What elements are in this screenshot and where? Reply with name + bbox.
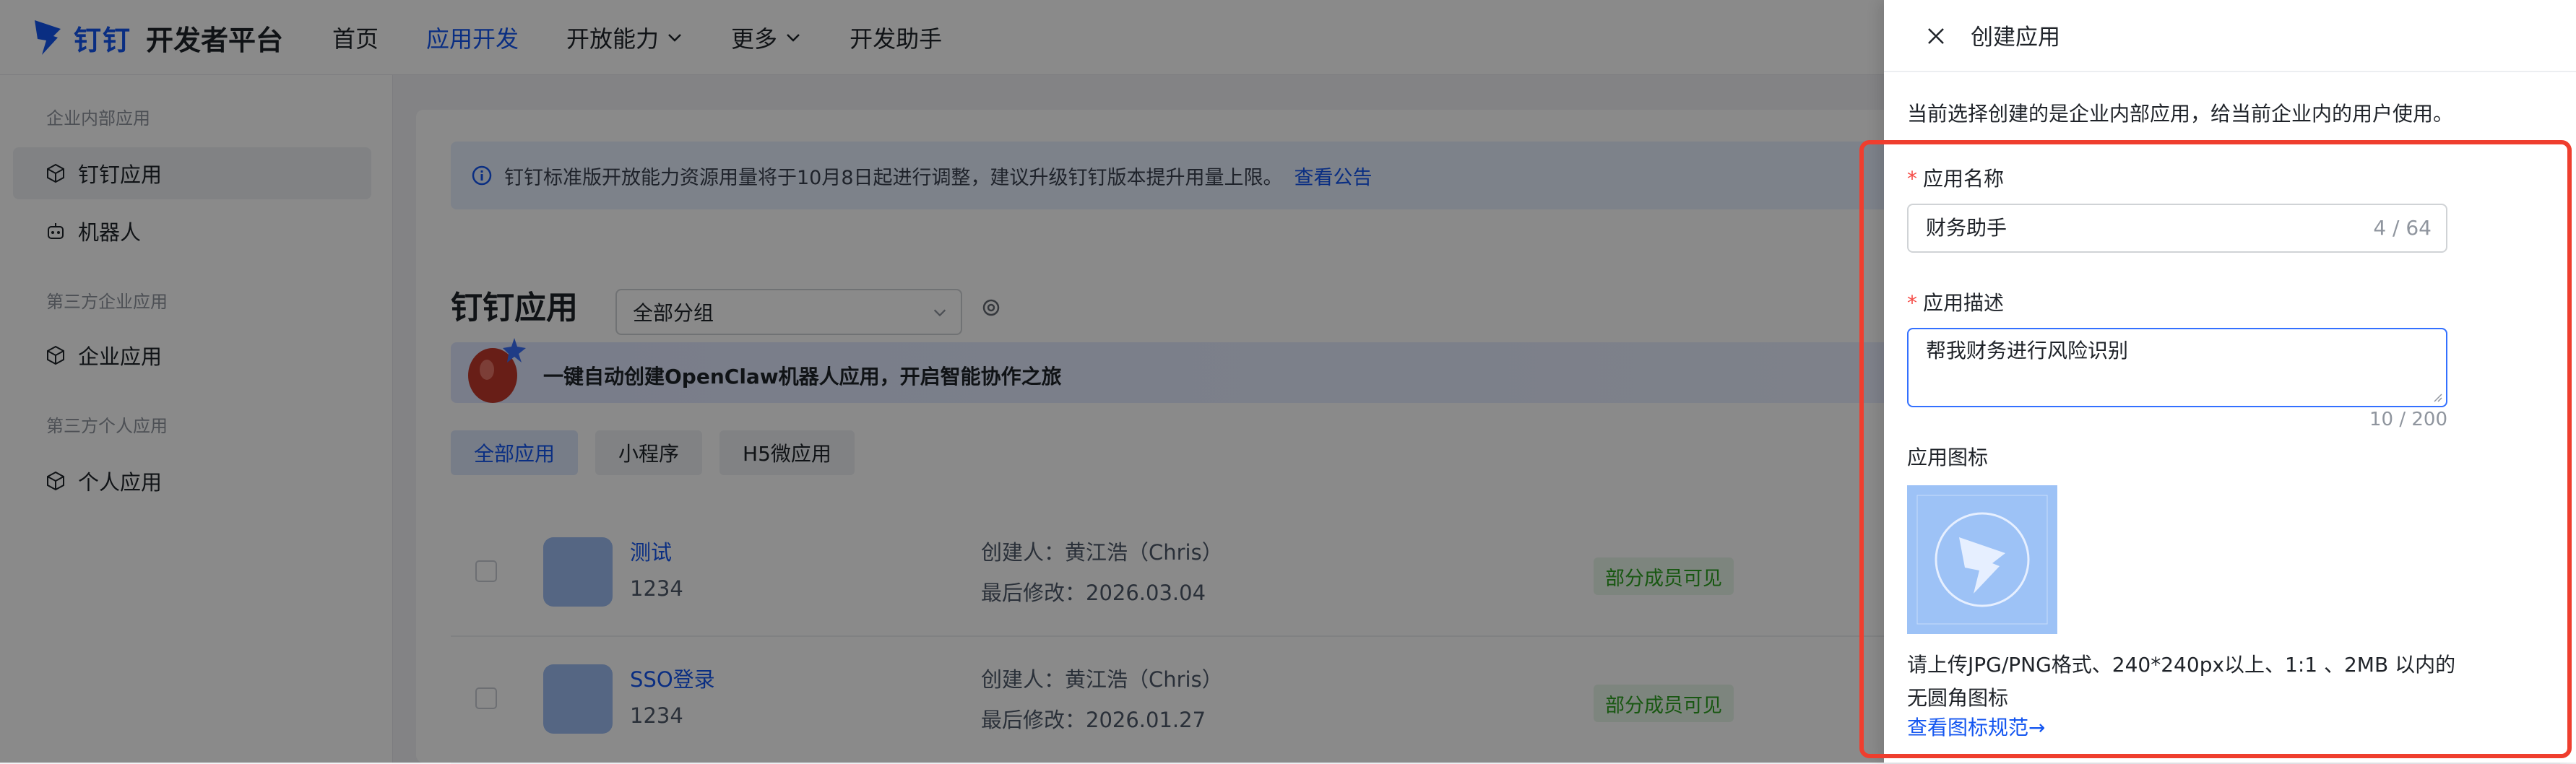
drawer-title: 创建应用 — [1971, 25, 2060, 51]
highlight-box — [1859, 140, 2572, 758]
drawer-header: 创建应用 — [1884, 0, 2576, 72]
drawer-description: 当前选择创建的是企业内部应用，给当前企业内的用户使用。 — [1907, 102, 2454, 126]
close-icon[interactable] — [1922, 22, 1950, 51]
modal-overlay[interactable] — [0, 0, 1884, 763]
